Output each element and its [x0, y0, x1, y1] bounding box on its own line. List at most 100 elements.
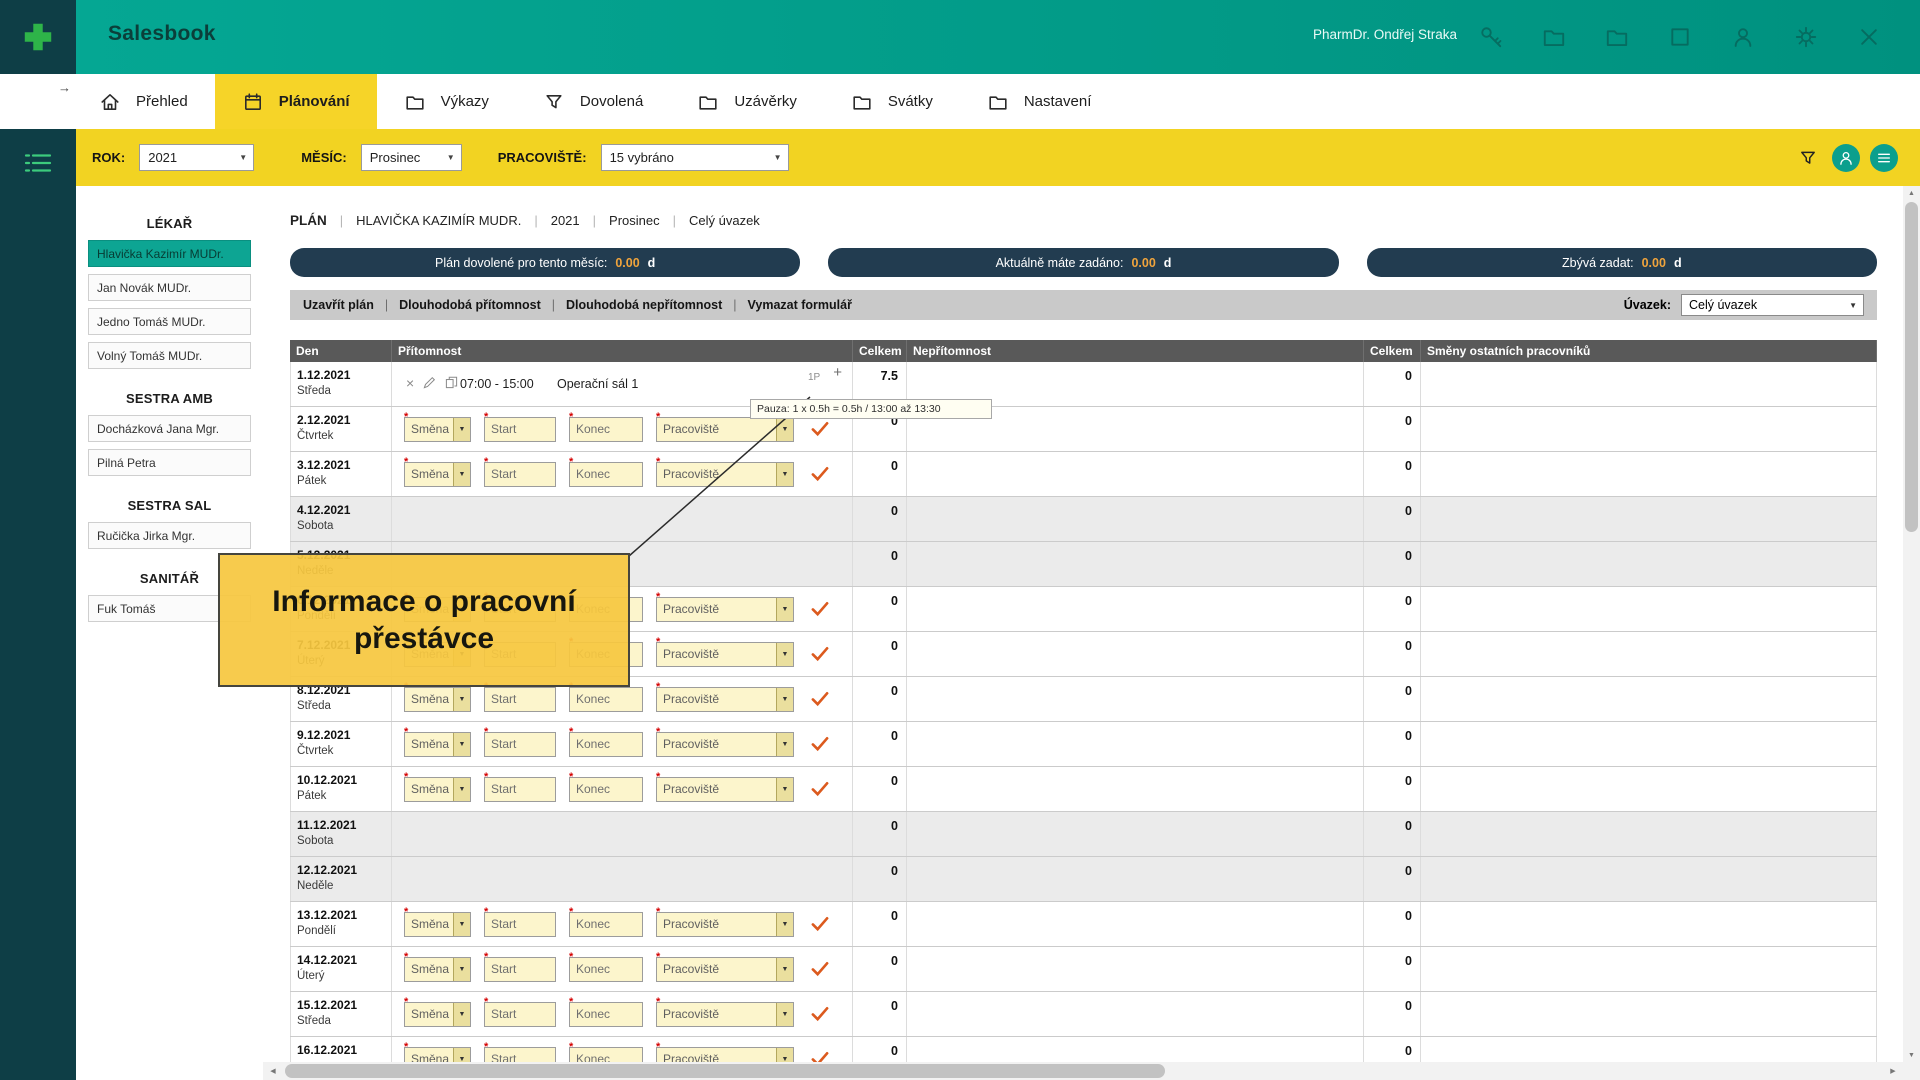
end-time-input[interactable] — [569, 417, 643, 442]
month-select[interactable]: Prosinec ▼ — [361, 144, 462, 171]
workplace-select[interactable]: * Pracoviště ▼ — [656, 687, 794, 712]
folder-button[interactable] — [1541, 24, 1567, 50]
workplace-select[interactable]: * Pracoviště ▼ — [656, 1002, 794, 1027]
tab-dovolena[interactable]: Dovolená — [516, 74, 670, 129]
end-time-input[interactable] — [569, 462, 643, 487]
action-vymazat-formular[interactable]: Vymazat formulář — [748, 298, 852, 312]
workplace-select[interactable]: * Pracoviště ▼ — [656, 462, 794, 487]
confirm-day-button[interactable] — [811, 691, 829, 707]
start-time-input[interactable] — [484, 957, 556, 982]
confirm-day-button[interactable] — [811, 916, 829, 932]
shift-select[interactable]: * Směna ▼ — [404, 777, 471, 802]
workplace-select[interactable]: * Pracoviště ▼ — [656, 732, 794, 757]
workplace-select[interactable]: * Pracoviště ▼ — [656, 642, 794, 667]
end-time-input[interactable] — [569, 777, 643, 802]
user-button[interactable] — [1832, 144, 1860, 172]
shift-select[interactable]: * Směna ▼ — [404, 687, 471, 712]
sidebar-item-volny-tomas-mudr[interactable]: Volný Tomáš MUDr. — [88, 342, 251, 369]
vertical-scrollbar-thumb[interactable] — [1905, 202, 1918, 532]
sidebar-item-jan-novak-mudr[interactable]: Jan Novák MUDr. — [88, 274, 251, 301]
close-button[interactable] — [1856, 24, 1882, 50]
confirm-day-button[interactable] — [811, 601, 829, 617]
confirm-day-button[interactable] — [811, 1006, 829, 1022]
shift-select[interactable]: * Směna ▼ — [404, 1002, 471, 1027]
shift-select[interactable]: * Směna ▼ — [404, 732, 471, 757]
sidebar-item-dochazkova-jana-mgr[interactable]: Docházková Jana Mgr. — [88, 415, 251, 442]
shift-select[interactable]: * Směna ▼ — [404, 462, 471, 487]
gear-button[interactable] — [1793, 24, 1819, 50]
shift-select[interactable]: * Směna ▼ — [404, 957, 471, 982]
filter-button[interactable] — [1794, 144, 1822, 172]
start-time-input[interactable] — [484, 732, 556, 757]
nav-collapse-arrow-icon[interactable]: → — [58, 80, 71, 95]
vertical-scrollbar[interactable]: ▲ ▼ — [1903, 186, 1920, 1062]
end-time-input[interactable] — [569, 957, 643, 982]
add-shift-button[interactable]: + — [833, 364, 842, 381]
contract-select[interactable]: Celý úvazek ▼ — [1681, 294, 1864, 316]
user-button[interactable] — [1730, 24, 1756, 50]
start-time-input[interactable] — [484, 1047, 556, 1063]
shift-select[interactable]: * Směna ▼ — [404, 417, 471, 442]
workplace-select[interactable]: 15 vybráno ▼ — [601, 144, 789, 171]
horizontal-scrollbar[interactable]: ◀ ▶ — [263, 1062, 1903, 1080]
tab-nastaveni[interactable]: Nastavení — [960, 74, 1119, 129]
start-time-input[interactable] — [484, 462, 556, 487]
end-time-input[interactable] — [569, 1047, 643, 1063]
breadcrumb-item[interactable]: 2021 — [551, 213, 580, 228]
square-button[interactable] — [1667, 24, 1693, 50]
menu-button[interactable] — [1870, 144, 1898, 172]
horizontal-scrollbar-thumb[interactable] — [285, 1064, 1165, 1078]
breadcrumb-item[interactable]: Celý úvazek — [689, 213, 760, 228]
sidebar-item-pilna-petra[interactable]: Pilná Petra — [88, 449, 251, 476]
confirm-day-button[interactable] — [811, 421, 829, 437]
confirm-day-button[interactable] — [811, 781, 829, 797]
sidebar-item-jedno-tomas-mudr[interactable]: Jedno Tomáš MUDr. — [88, 308, 251, 335]
edit-entry-icon[interactable] — [423, 376, 436, 389]
end-time-input[interactable] — [569, 912, 643, 937]
tab-uzaverky[interactable]: Uzávěrky — [670, 74, 824, 129]
workplace-select[interactable]: * Pracoviště ▼ — [656, 777, 794, 802]
start-time-input[interactable] — [484, 912, 556, 937]
end-time-input[interactable] — [569, 732, 643, 757]
shift-select[interactable]: * Směna ▼ — [404, 1047, 471, 1063]
tab-planovani[interactable]: Plánování — [215, 74, 377, 129]
tab-vykazy[interactable]: Výkazy — [377, 74, 516, 129]
end-time-input[interactable] — [569, 1002, 643, 1027]
workplace-select[interactable]: * Pracoviště ▼ — [656, 957, 794, 982]
confirm-day-button[interactable] — [811, 1051, 829, 1062]
breadcrumb-item[interactable]: HLAVIČKA KAZIMÍR MUDR. — [356, 213, 521, 228]
action-uzavrit-plan[interactable]: Uzavřít plán — [303, 298, 374, 312]
sidebar-toggle-button[interactable] — [17, 146, 59, 180]
scroll-up-arrow-icon[interactable]: ▲ — [1903, 186, 1920, 200]
user-name[interactable]: PharmDr. Ondřej Straka — [1313, 27, 1457, 42]
action-dlouhodoba-pritomnost[interactable]: Dlouhodobá přítomnost — [399, 298, 541, 312]
end-time-input[interactable] — [569, 687, 643, 712]
year-select[interactable]: 2021 ▼ — [139, 144, 254, 171]
folder-button[interactable] — [1604, 24, 1630, 50]
tab-prehled[interactable]: Přehled — [72, 74, 215, 129]
workplace-select[interactable]: * Pracoviště ▼ — [656, 912, 794, 937]
shift-select[interactable]: * Směna ▼ — [404, 912, 471, 937]
scroll-right-arrow-icon[interactable]: ▶ — [1885, 1062, 1901, 1080]
confirm-day-button[interactable] — [811, 961, 829, 977]
start-time-input[interactable] — [484, 1002, 556, 1027]
start-time-input[interactable] — [484, 417, 556, 442]
sidebar-item-rucicka-jirka-mgr[interactable]: Ručička Jirka Mgr. — [88, 522, 251, 549]
workplace-select[interactable]: * Pracoviště ▼ — [656, 417, 794, 442]
breadcrumb-item[interactable]: Prosinec — [609, 213, 660, 228]
workplace-select[interactable]: * Pracoviště ▼ — [656, 597, 794, 622]
workplace-select[interactable]: * Pracoviště ▼ — [656, 1047, 794, 1063]
key-button[interactable] — [1478, 24, 1504, 50]
action-dlouhodoba-nepritomnost[interactable]: Dlouhodobá nepřítomnost — [566, 298, 722, 312]
app-logo[interactable] — [0, 0, 76, 74]
start-time-input[interactable] — [484, 777, 556, 802]
confirm-day-button[interactable] — [811, 736, 829, 752]
confirm-day-button[interactable] — [811, 646, 829, 662]
scroll-left-arrow-icon[interactable]: ◀ — [265, 1062, 281, 1080]
confirm-day-button[interactable] — [811, 466, 829, 482]
copy-entry-icon[interactable] — [445, 376, 458, 389]
delete-entry-icon[interactable]: × — [406, 377, 414, 389]
tab-svatky[interactable]: Svátky — [824, 74, 960, 129]
start-time-input[interactable] — [484, 687, 556, 712]
sidebar-item-hlavicka-kazimir-mudr[interactable]: Hlavička Kazimír MUDr. — [88, 240, 251, 267]
